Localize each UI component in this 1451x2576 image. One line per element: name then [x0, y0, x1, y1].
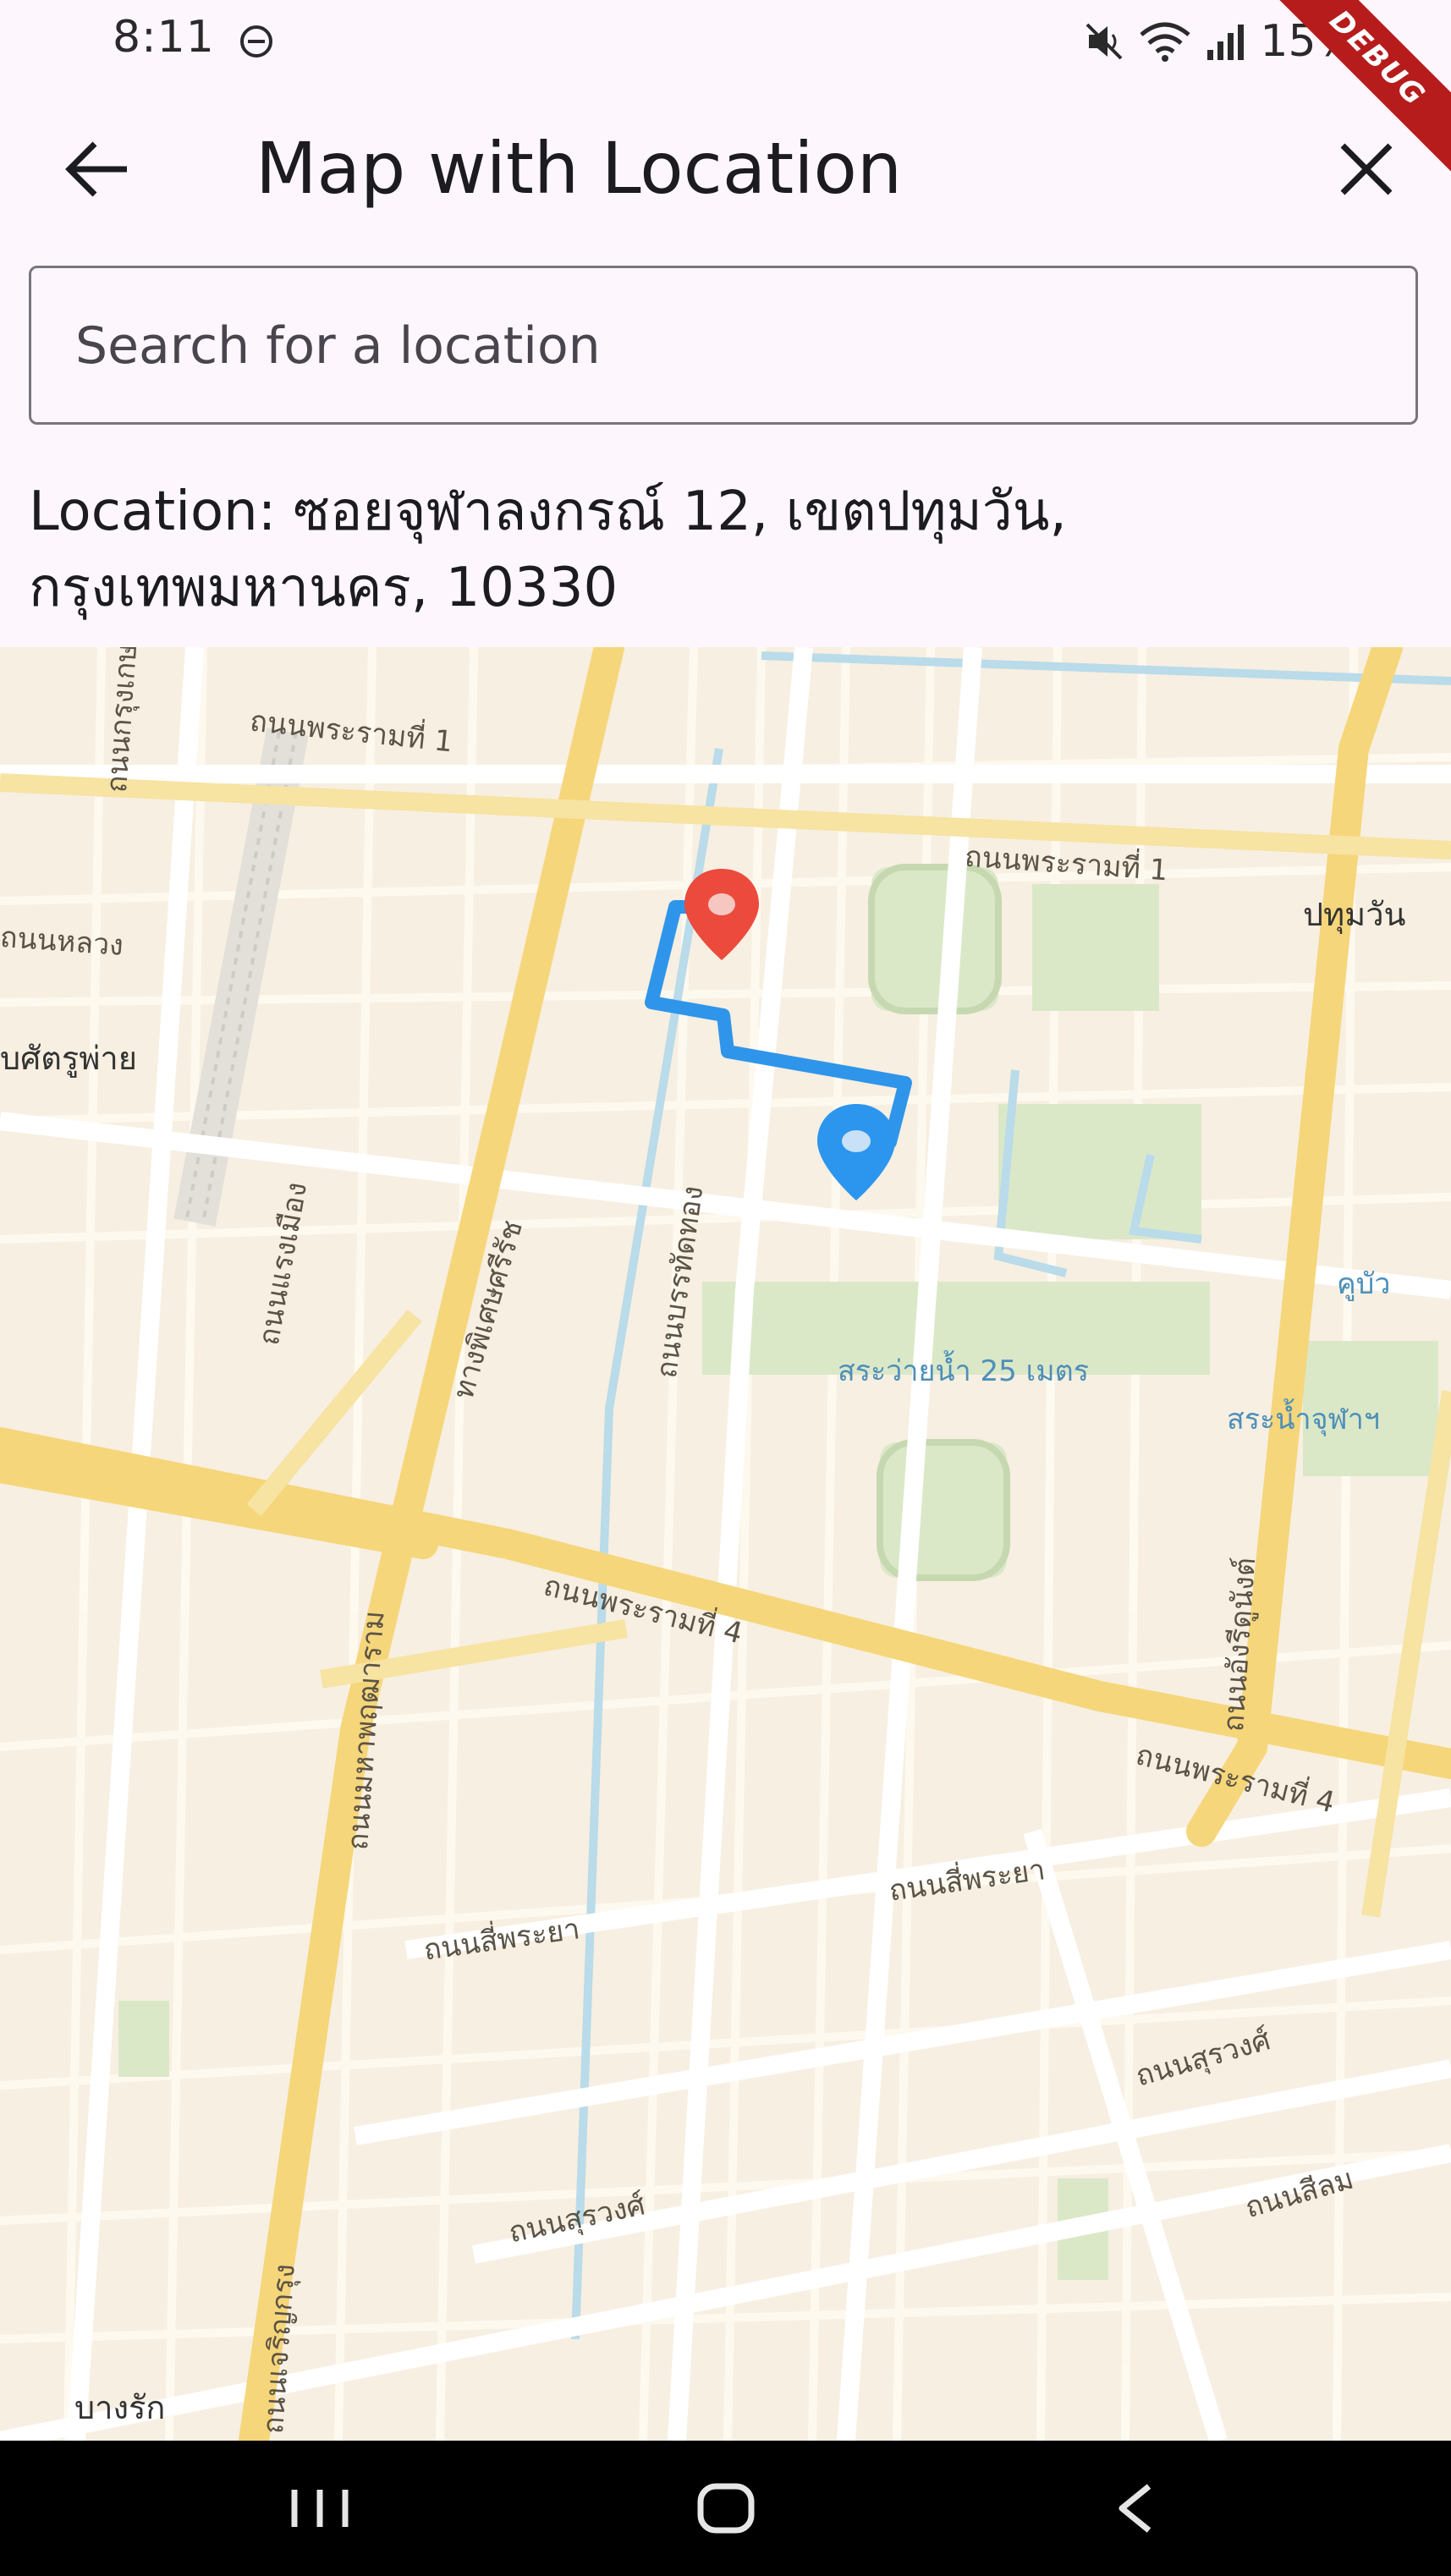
map-label-prap-sattru: บศัตรูพ่าย	[0, 1040, 137, 1077]
blue-location-pin-icon[interactable]	[814, 1101, 899, 1206]
red-location-pin-icon[interactable]	[681, 865, 762, 967]
arrow-back-icon[interactable]	[56, 127, 140, 211]
back-nav-icon[interactable]	[1085, 2474, 1186, 2542]
page-title: Map with Location	[256, 127, 903, 210]
map-label-bang-rak: บางรัก	[74, 2389, 166, 2426]
map-label-chula-pond: สระน้ำจุฬาฯ	[1227, 1403, 1380, 1436]
location-text: Location: ซอยจุฬาลงกรณ์ 12, เขตปทุมวัน, …	[29, 481, 1067, 619]
do-not-disturb-icon	[240, 25, 272, 58]
search-input[interactable]	[74, 268, 1380, 424]
wifi-icon	[1140, 22, 1191, 62]
system-nav-bar	[0, 2441, 1451, 2576]
search-field[interactable]	[29, 266, 1418, 425]
map-label-pathumwan: ปทุมวัน	[1303, 896, 1406, 933]
recent-apps-icon[interactable]	[269, 2474, 371, 2542]
map-label-khu-bua: คูบัว	[1337, 1267, 1391, 1301]
mute-icon	[1086, 23, 1123, 60]
home-icon[interactable]	[675, 2474, 777, 2542]
signal-icon	[1207, 25, 1245, 60]
map-label-luang-road: ถนนหลวง	[0, 920, 125, 964]
map-view[interactable]: ถนนพระรามที่ 1 ถนนพระรามที่ 1 ปทุมวัน บศ…	[0, 647, 1451, 2441]
map-label-swimming-pool: สระว่ายน้ำ 25 เมตร	[838, 1354, 1089, 1388]
status-bar: 8:11 15%	[0, 0, 1451, 81]
app-bar: Map with Location	[0, 93, 1451, 237]
status-time: 8:11	[113, 12, 215, 63]
close-icon[interactable]	[1324, 127, 1409, 211]
